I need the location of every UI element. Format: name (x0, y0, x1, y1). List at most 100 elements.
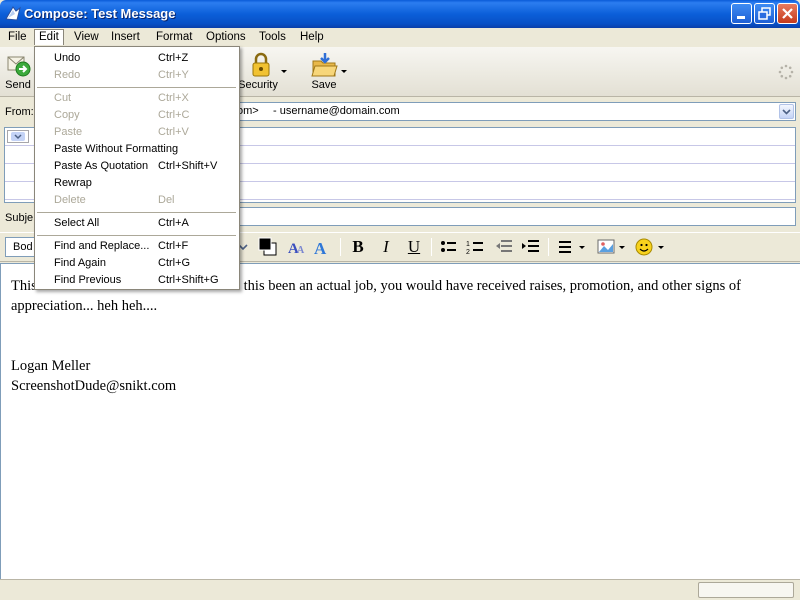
save-button[interactable]: Save (307, 52, 341, 94)
menu-item-cut[interactable]: Cut Ctrl+X (35, 90, 239, 107)
menu-item-label: Paste Without Formatting (54, 143, 179, 155)
menu-item-paste-without-formatting[interactable]: Paste Without Formatting (35, 141, 239, 158)
status-panel (698, 582, 794, 598)
menu-item-label: Copy (54, 109, 80, 121)
chevron-down-icon[interactable] (779, 104, 794, 119)
menu-item-label: Find Again (54, 257, 106, 269)
security-button[interactable]: Security (236, 52, 280, 94)
menu-item-label: Rewrap (54, 177, 92, 189)
outdent-icon[interactable] (494, 238, 514, 256)
menu-item-find-and-replace[interactable]: Find and Replace... Ctrl+F (35, 238, 239, 255)
signature-name: Logan Meller (11, 358, 91, 374)
chevron-down-icon (11, 132, 25, 141)
menu-item-shortcut: Ctrl+Shift+V (158, 160, 218, 172)
send-arrow-icon (7, 56, 31, 77)
indent-icon[interactable] (521, 238, 541, 256)
edit-menu-dropdown: Undo Ctrl+Z Redo Ctrl+Y Cut Ctrl+X Copy Ctrl… (34, 46, 240, 290)
menu-bar: File Edit View Insert Format Options Too… (0, 28, 800, 47)
title-bar[interactable]: Compose: Test Message (0, 0, 800, 28)
menu-item-label: Paste (54, 126, 83, 138)
align-icon[interactable] (557, 238, 587, 256)
smiley-icon[interactable] (634, 236, 668, 258)
menu-item-select-all[interactable]: Select All Ctrl+A (35, 215, 239, 232)
underline-button[interactable]: U (403, 236, 425, 258)
menu-item-shortcut: Ctrl+G (158, 257, 191, 269)
menu-item-delete[interactable]: Delete Del (35, 192, 239, 209)
menu-item-copy[interactable]: Copy Ctrl+C (35, 107, 239, 124)
menu-help[interactable]: Help (296, 30, 328, 46)
menu-item-shortcut: Ctrl+V (158, 126, 189, 138)
restore-button[interactable] (754, 3, 775, 24)
minimize-button[interactable] (731, 3, 752, 24)
menu-item-find-again[interactable]: Find Again Ctrl+G (35, 255, 239, 272)
smaller-font-icon[interactable]: AA (285, 238, 307, 258)
from-value: - username@domain.com (273, 105, 400, 117)
body-line: appreciation... heh heh.... (11, 298, 158, 314)
menu-format[interactable]: Format (152, 30, 196, 46)
save-dropdown-icon[interactable] (341, 70, 348, 74)
status-bar (0, 579, 800, 600)
menu-file[interactable]: File (4, 30, 31, 46)
from-label: From: (5, 106, 34, 118)
padlock-icon (252, 52, 270, 77)
italic-button[interactable]: I (375, 236, 397, 258)
menu-item-paste-as-quotation[interactable]: Paste As Quotation Ctrl+Shift+V (35, 158, 239, 175)
folder-save-icon (311, 53, 338, 77)
menu-item-shortcut: Ctrl+C (158, 109, 190, 121)
insert-image-icon[interactable] (596, 237, 628, 257)
menu-item-label: Select All (54, 217, 100, 229)
separator (340, 238, 341, 256)
menu-item-paste[interactable]: Paste Ctrl+V (35, 124, 239, 141)
menu-item-label: Find Previous (54, 274, 122, 286)
window-title: Compose: Test Message (24, 6, 176, 21)
menu-item-find-previous[interactable]: Find Previous Ctrl+Shift+G (35, 272, 239, 289)
subject-label: Subje (5, 212, 34, 224)
svg-text:A: A (297, 245, 305, 256)
menu-separator (37, 212, 236, 213)
menu-item-shortcut: Ctrl+Shift+G (158, 274, 219, 286)
svg-text:2: 2 (466, 249, 470, 256)
activity-throbber-icon (778, 64, 794, 80)
menu-insert[interactable]: Insert (107, 30, 144, 46)
menu-item-undo[interactable]: Undo Ctrl+Z (35, 50, 239, 67)
body-line-start: This (11, 278, 37, 294)
close-icon (782, 8, 793, 19)
compose-window: Compose: Test Message File Edit View Ins… (0, 0, 800, 600)
app-icon (5, 6, 21, 21)
send-button[interactable]: Send (2, 52, 34, 94)
bullet-list-icon[interactable] (439, 238, 459, 256)
menu-item-shortcut: Ctrl+F (158, 240, 189, 252)
subject-input[interactable] (236, 207, 796, 226)
menu-item-label: Paste As Quotation (54, 160, 149, 172)
separator (548, 238, 549, 256)
menu-item-redo[interactable]: Redo Ctrl+Y (35, 67, 239, 84)
svg-text:1: 1 (466, 241, 470, 248)
close-button[interactable] (777, 3, 798, 24)
from-account-fragment: om> (237, 105, 259, 117)
menu-item-shortcut: Ctrl+A (158, 217, 189, 229)
body-line-rest: d this been an actual job, you would hav… (232, 278, 741, 294)
menu-edit[interactable]: Edit (34, 29, 64, 45)
restore-icon (758, 7, 771, 20)
separator (431, 238, 432, 256)
menu-view[interactable]: View (70, 30, 103, 46)
minimize-icon (737, 16, 745, 19)
send-label: Send (5, 79, 31, 91)
from-select[interactable]: om> - username@domain.com (236, 102, 796, 121)
text-color-icon[interactable] (257, 236, 279, 260)
bold-button[interactable]: B (347, 236, 369, 258)
menu-options[interactable]: Options (202, 30, 250, 46)
menu-item-rewrap[interactable]: Rewrap (35, 175, 239, 192)
address-type-select[interactable] (7, 130, 29, 143)
svg-text:A: A (314, 239, 327, 258)
menu-tools[interactable]: Tools (255, 30, 290, 46)
menu-separator (37, 87, 236, 88)
security-dropdown-icon[interactable] (281, 70, 288, 74)
numbered-list-icon[interactable]: 12 (466, 238, 486, 256)
message-body-editor[interactable]: This d this been an actual job, you would… (0, 263, 800, 579)
menu-item-shortcut: Ctrl+X (158, 92, 189, 104)
save-label: Save (311, 79, 337, 91)
menu-item-label: Redo (54, 69, 81, 81)
larger-font-icon[interactable]: A (312, 238, 334, 258)
